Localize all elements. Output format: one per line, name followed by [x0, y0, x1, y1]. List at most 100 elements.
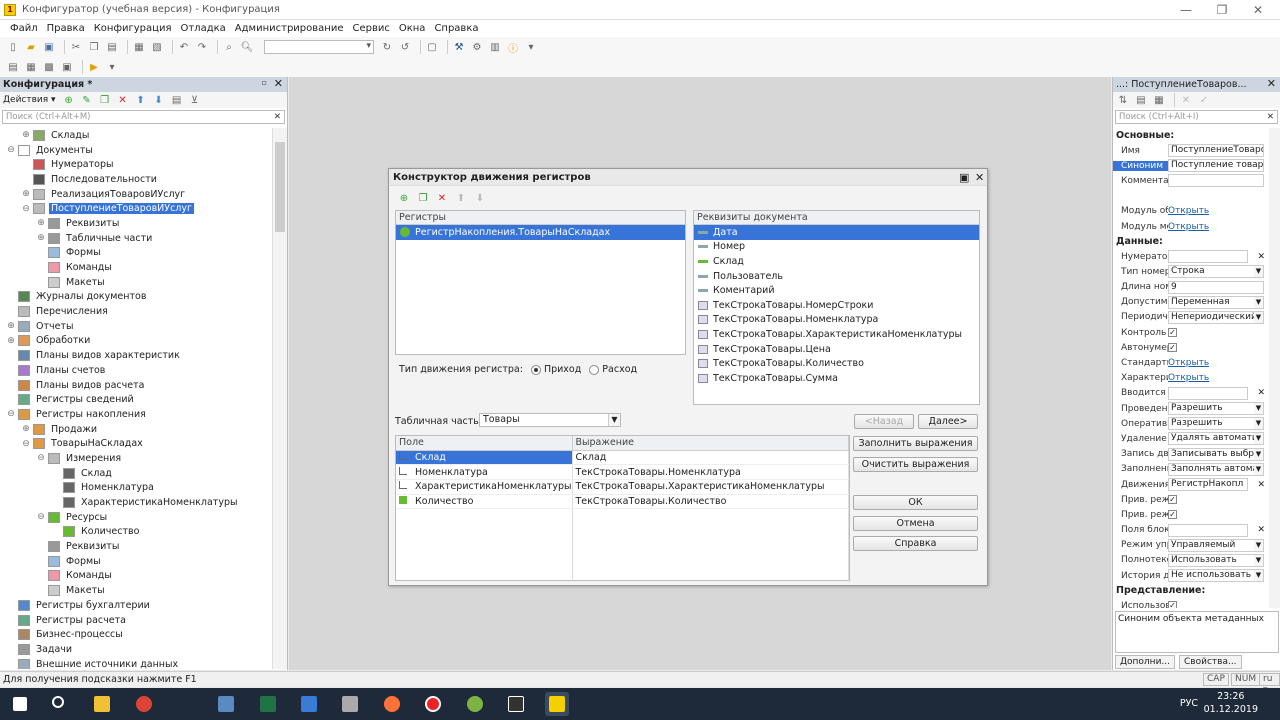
property-value[interactable]: Разрешить ▼ — [1168, 417, 1264, 431]
excel-icon[interactable] — [256, 692, 280, 716]
search-combo[interactable] — [264, 40, 374, 54]
property-row[interactable]: Имя ПоступлениеТоваро — [1113, 143, 1269, 158]
tree-item[interactable]: Номенклатура — [0, 481, 272, 496]
keyboard-layout[interactable]: РУС — [1180, 698, 1198, 709]
maximize-button[interactable]: ❐ — [1204, 0, 1240, 20]
sort-alpha-icon[interactable]: ⇅ — [1116, 93, 1130, 107]
property-value[interactable] — [1168, 386, 1248, 400]
clear-value-icon[interactable]: ✕ — [1257, 525, 1265, 535]
clear-value-icon[interactable]: ✕ — [1257, 388, 1265, 398]
tree-item[interactable]: Макеты — [0, 275, 272, 290]
1c-configurator-icon[interactable] — [545, 692, 569, 716]
doc-attr-item[interactable]: ТекСтрокаТовары.Сумма — [694, 371, 979, 386]
more-button[interactable]: Дополни... — [1115, 655, 1175, 669]
property-value[interactable]: Записывать выбра ▼ — [1168, 447, 1264, 461]
tree-item[interactable]: Последовательности — [0, 172, 272, 187]
doc-attr-item[interactable]: ТекСтрокаТовары.Номенклатура — [694, 313, 979, 328]
property-row[interactable]: Режим упр Управляемый ▼ — [1113, 538, 1269, 553]
paste-icon[interactable]: ▤ — [105, 40, 119, 54]
cut-icon[interactable]: ✂ — [69, 40, 83, 54]
tree-item[interactable]: ⊕ Обработки — [0, 334, 272, 349]
table-row[interactable]: Номенклатура ТекСтрокаТовары.Номенклатура — [396, 464, 849, 480]
doc-attr-item[interactable]: ТекСтрокаТовары.Цена — [694, 342, 979, 357]
explorer-icon[interactable] — [90, 692, 114, 716]
database-icon[interactable]: ▦ — [24, 60, 38, 74]
property-value[interactable]: Строка ▼ — [1168, 265, 1264, 279]
expand-icon[interactable]: ⊕ — [21, 130, 31, 140]
tree-item[interactable]: Регистры бухгалтерии — [0, 598, 272, 613]
config-icon[interactable]: ▤ — [6, 60, 20, 74]
property-row[interactable]: ПроведениРазрешить▼ — [1113, 401, 1269, 416]
move-up-register-icon[interactable]: ⬆ — [454, 191, 468, 205]
property-value[interactable] — [1168, 174, 1264, 188]
property-row[interactable]: История д Не использовать ▼ — [1113, 568, 1269, 583]
property-value[interactable]: Разрешить ▼ — [1168, 402, 1264, 416]
property-row[interactable]: Синоним Поступление товаро — [1113, 158, 1269, 173]
property-checkbox[interactable]: ✓ — [1168, 510, 1177, 520]
list-icon[interactable]: ▦ — [1152, 93, 1166, 107]
delete-icon[interactable]: ✕ — [116, 93, 130, 107]
move-up-icon[interactable]: ⬆ — [134, 93, 148, 107]
radio-income[interactable]: Приход — [530, 364, 581, 375]
find-prev-icon[interactable]: ↺ — [398, 40, 412, 54]
minimize-button[interactable]: — — [1168, 0, 1204, 20]
property-row[interactable]: Характери Открыть — [1113, 371, 1269, 386]
chevron-down-icon[interactable]: ▼ — [1254, 418, 1263, 430]
clock[interactable]: 23:26 01.12.2019 — [1204, 690, 1258, 716]
edit-icon[interactable]: ✎ — [80, 93, 94, 107]
tabular-part-select[interactable]: Товары ▼ — [479, 413, 621, 427]
add-icon[interactable]: ⊕ — [62, 93, 76, 107]
remote-desktop-icon[interactable] — [297, 692, 321, 716]
expression-cell[interactable]: ТекСтрокаТовары.ХарактеристикаНоменклату… — [572, 479, 849, 495]
open-icon[interactable]: ▰ — [24, 40, 38, 54]
doc-attr-item[interactable]: ТекСтрокаТовары.ХарактеристикаНоменклату… — [694, 327, 979, 342]
property-value[interactable]: Поступление товаро — [1168, 159, 1264, 173]
run-dropdown-icon[interactable]: ▾ — [105, 60, 119, 74]
property-row[interactable]: Прив. реж ✓ — [1113, 492, 1269, 507]
clear-props-search-icon[interactable]: ✕ — [1267, 111, 1274, 123]
property-checkbox[interactable]: ✓ — [1168, 328, 1177, 338]
property-value[interactable]: Использовать ▼ — [1168, 553, 1264, 567]
start-icon[interactable] — [8, 692, 32, 716]
maximize-dialog-icon[interactable]: ▣ — [959, 169, 969, 186]
tree-item[interactable]: Команды — [0, 260, 272, 275]
search-icon[interactable] — [48, 692, 72, 716]
register-item[interactable]: РегистрНакопления.ТоварыНаСкладах — [396, 225, 685, 240]
tree-item[interactable]: Команды — [0, 569, 272, 584]
property-row[interactable]: Периодич Непериодический ▼ — [1113, 310, 1269, 325]
hammer-icon[interactable]: ⚒ — [452, 40, 466, 54]
firefox-icon[interactable] — [380, 692, 404, 716]
chevron-down-icon[interactable]: ▼ — [1254, 463, 1263, 475]
tree-item[interactable]: ⊕ Продажи — [0, 422, 272, 437]
field-cell[interactable]: Количество — [396, 494, 573, 510]
move-down-icon[interactable]: ⬇ — [152, 93, 166, 107]
preview-icon[interactable]: ▧ — [150, 40, 164, 54]
tree-item[interactable]: Внешние источники данных — [0, 657, 272, 669]
chrome-icon[interactable] — [132, 692, 156, 716]
property-row[interactable]: Вводится н ✕ — [1113, 386, 1269, 401]
property-row[interactable]: Длина ном 9 — [1113, 280, 1269, 295]
properties-button[interactable]: Свойства... — [1179, 655, 1242, 669]
menu-debug[interactable]: Отладка — [180, 23, 225, 34]
clear-search-icon[interactable]: ✕ — [274, 111, 281, 123]
property-value[interactable]: Непериодический ▼ — [1168, 310, 1264, 324]
doc-attr-item[interactable]: Дата — [694, 225, 979, 240]
tree-item[interactable]: ⊕ Реквизиты — [0, 216, 272, 231]
menu-help[interactable]: Справка — [434, 23, 478, 34]
video-editor-icon[interactable] — [504, 692, 528, 716]
property-value[interactable] — [1168, 250, 1248, 264]
info-icon[interactable]: ⓘ — [506, 40, 520, 55]
tree-item[interactable]: ⊖ Регистры накопления — [0, 407, 272, 422]
column-field[interactable]: Поле — [396, 436, 573, 451]
save-icon[interactable]: ▣ — [42, 40, 56, 54]
chevron-down-icon[interactable]: ▼ — [1254, 296, 1263, 308]
tree-item[interactable]: Нумераторы — [0, 157, 272, 172]
properties-search-input[interactable]: Поиск (Ctrl+Alt+I) ✕ — [1115, 110, 1278, 124]
expand-icon[interactable]: ⊖ — [21, 439, 31, 449]
tree-item[interactable]: Количество — [0, 525, 272, 540]
close-button[interactable]: ✕ — [1240, 0, 1276, 20]
property-value[interactable] — [1168, 523, 1248, 537]
property-row[interactable]: Контроль у✓ — [1113, 325, 1269, 340]
clear-value-icon[interactable]: ✕ — [1257, 252, 1265, 262]
new-icon[interactable]: ▯ — [6, 40, 20, 54]
